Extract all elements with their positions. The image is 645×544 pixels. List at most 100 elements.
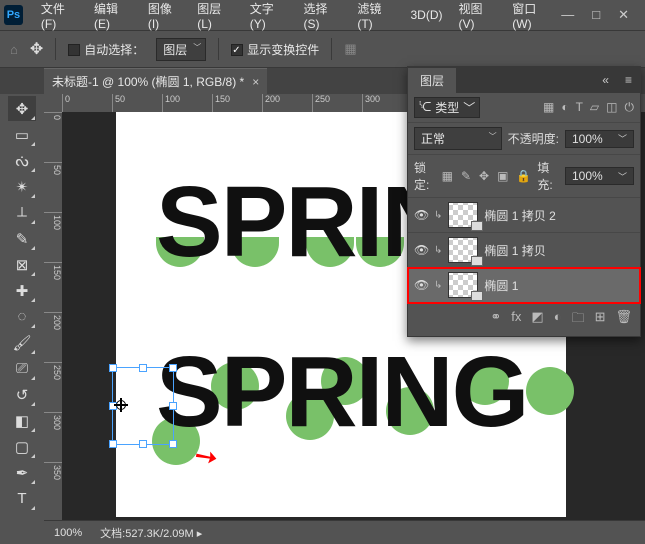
transform-anchor-icon[interactable] [114,398,128,412]
opacity-label: 不透明度: [508,130,559,147]
menu-layer[interactable]: 图层(L) [189,0,242,31]
lasso-tool[interactable]: ᔔ [8,148,36,173]
auto-select-label: 自动选择： [84,43,144,57]
divider [331,38,332,60]
panel-menu-icon[interactable]: ≡ [617,73,640,87]
toolbox: ✥ ▭ ᔔ ✴ ⟂ ✎ ⊠ ✚ ◌ 🖌 ⎚ ↺ ◧ ▢ ✒ T [0,94,44,520]
layer-row[interactable]: 👁 ↳ 椭圆 1 拷贝 2 [408,198,640,233]
indent-icon: ↳ [434,245,442,256]
menu-edit[interactable]: 编辑(E) [86,0,140,31]
canvas-text-2: SPRING [156,342,527,442]
ruler-corner [44,94,62,112]
window-minimize-icon[interactable]: — [561,7,574,23]
move-tool-icon[interactable]: ✥ [30,39,43,59]
filter-type-icon[interactable]: T [576,100,583,115]
layers-panel-tab[interactable]: 图层 [408,68,456,93]
layer-list: 👁 ↳ 椭圆 1 拷贝 2 👁 ↳ 椭圆 1 拷贝 👁 ↳ 椭圆 1 [408,198,640,303]
ruler-vertical: 050100150200250300350 [44,112,62,520]
rectangle-tool[interactable]: ▢ [8,434,36,459]
auto-select-target-dropdown[interactable]: 图层 [156,38,206,61]
lock-artboard-icon[interactable]: ▣ [497,169,508,183]
layer-mask-icon[interactable]: ◩ [531,309,543,331]
filter-adjust-icon[interactable]: ◐ [561,100,568,115]
window-close-icon[interactable]: ✕ [618,7,629,23]
history-brush-tool[interactable]: ↺ [8,382,36,407]
layer-filter-kind-dropdown[interactable]: ᔍ 类型 ﹀ [414,97,480,118]
document-tab[interactable]: 未标题-1 @ 100% (椭圆 1, RGB/8) * × [44,68,267,94]
menu-select[interactable]: 选择(S) [296,0,350,31]
menu-filter[interactable]: 滤镜(T) [349,0,402,31]
menu-file[interactable]: 文件(F) [33,0,86,31]
lock-label: 锁定: [414,159,436,193]
filter-smart-icon[interactable]: ◫ [606,100,617,115]
gradient-tool[interactable]: ◧ [8,408,36,433]
layer-thumbnail[interactable] [448,237,478,263]
marquee-tool[interactable]: ▭ [8,122,36,147]
fill-label: 填充: [537,159,559,193]
document-tab-title: 未标题-1 @ 100% (椭圆 1, RGB/8) * [52,73,244,90]
doc-size[interactable]: 文档:527.3K/2.09M ▸ [100,525,202,541]
filter-pixel-icon[interactable]: ▦ [543,100,554,115]
home-icon[interactable]: ⌂ [10,42,18,57]
healing-tool[interactable]: ✚ [8,278,36,303]
lock-brush-icon[interactable]: ✎ [461,169,471,183]
marquee-circle-tool[interactable]: ◌ [8,304,36,329]
blend-mode-dropdown[interactable]: 正常 [414,127,502,150]
magic-wand-tool[interactable]: ✴ [8,174,36,199]
layer-name[interactable]: 椭圆 1 拷贝 2 [484,207,634,224]
brush-tool[interactable]: 🖌 [8,330,36,355]
panel-collapse-icon[interactable]: « [594,73,617,87]
eyedropper-tool[interactable]: ✎ [8,226,36,251]
visibility-icon[interactable]: 👁 [414,243,428,257]
layer-name[interactable]: 椭圆 1 拷贝 [484,242,634,259]
frame-tool[interactable]: ⊠ [8,252,36,277]
fill-input[interactable]: 100%﹀ [565,167,634,185]
zoom-level[interactable]: 100% [54,527,82,539]
filter-toggle-icon[interactable]: ⏻ [625,100,635,115]
menu-type[interactable]: 文字(Y) [242,0,296,31]
crop-tool[interactable]: ⟂ [8,200,36,225]
status-bar: 100% 文档:527.3K/2.09M ▸ [44,520,645,544]
menu-3d[interactable]: 3D(D) [403,8,451,22]
show-transform-label: 显示变换控件 [247,43,319,57]
layer-thumbnail[interactable] [448,202,478,228]
indent-icon: ↳ [434,210,442,221]
menu-window[interactable]: 窗口(W) [504,0,561,31]
visibility-icon[interactable]: 👁 [414,278,428,292]
options-bar: ⌂ ✥ 自动选择： 图层 显示变换控件 ▦ [0,30,645,68]
layers-panel[interactable]: 图层 « ≡ ᔍ 类型 ﹀ ▦ ◐ T ▱ ◫ ⏻ 正常 不透明度: 100%﹀… [407,66,641,337]
divider [218,38,219,60]
group-icon[interactable]: 🗀 [572,309,585,331]
layers-panel-footer: ⚭ fx ◩ ◐ 🗀 ⊞ 🗑 [408,303,640,336]
filter-shape-icon[interactable]: ▱ [590,100,599,115]
show-transform-checkbox[interactable]: 显示变换控件 [231,41,319,58]
app-logo: Ps [4,5,23,25]
indent-icon: ↳ [434,280,442,291]
lock-all-icon[interactable]: 🔒 [516,169,531,183]
layer-row[interactable]: 👁 ↳ 椭圆 1 拷贝 [408,233,640,268]
layer-row[interactable]: 👁 ↳ 椭圆 1 [408,268,640,303]
lock-pixels-icon[interactable]: ▦ [442,169,453,183]
type-tool[interactable]: T [8,486,36,511]
menu-view[interactable]: 视图(V) [451,0,505,31]
pen-tool[interactable]: ✒ [8,460,36,485]
layer-name[interactable]: 椭圆 1 [484,277,634,294]
layer-thumbnail[interactable] [448,272,478,298]
menu-image[interactable]: 图像(I) [140,0,189,31]
lock-position-icon[interactable]: ✥ [479,169,489,183]
close-icon[interactable]: × [252,75,259,89]
new-layer-icon[interactable]: ⊞ [595,309,606,331]
delete-layer-icon[interactable]: 🗑 [615,309,632,331]
align-icon[interactable]: ▦ [344,41,356,57]
visibility-icon[interactable]: 👁 [414,208,428,222]
opacity-input[interactable]: 100%﹀ [565,130,634,148]
clone-tool[interactable]: ⎚ [8,356,36,381]
move-tool[interactable]: ✥ [8,96,36,121]
layer-fx-icon[interactable]: fx [511,309,521,331]
adjustment-layer-icon[interactable]: ◐ [554,309,562,331]
link-layers-icon[interactable]: ⚭ [490,309,501,331]
divider [55,38,56,60]
menubar: Ps 文件(F) 编辑(E) 图像(I) 图层(L) 文字(Y) 选择(S) 滤… [0,0,645,30]
window-maximize-icon[interactable]: □ [592,7,600,23]
auto-select-checkbox[interactable]: 自动选择： [68,41,144,58]
